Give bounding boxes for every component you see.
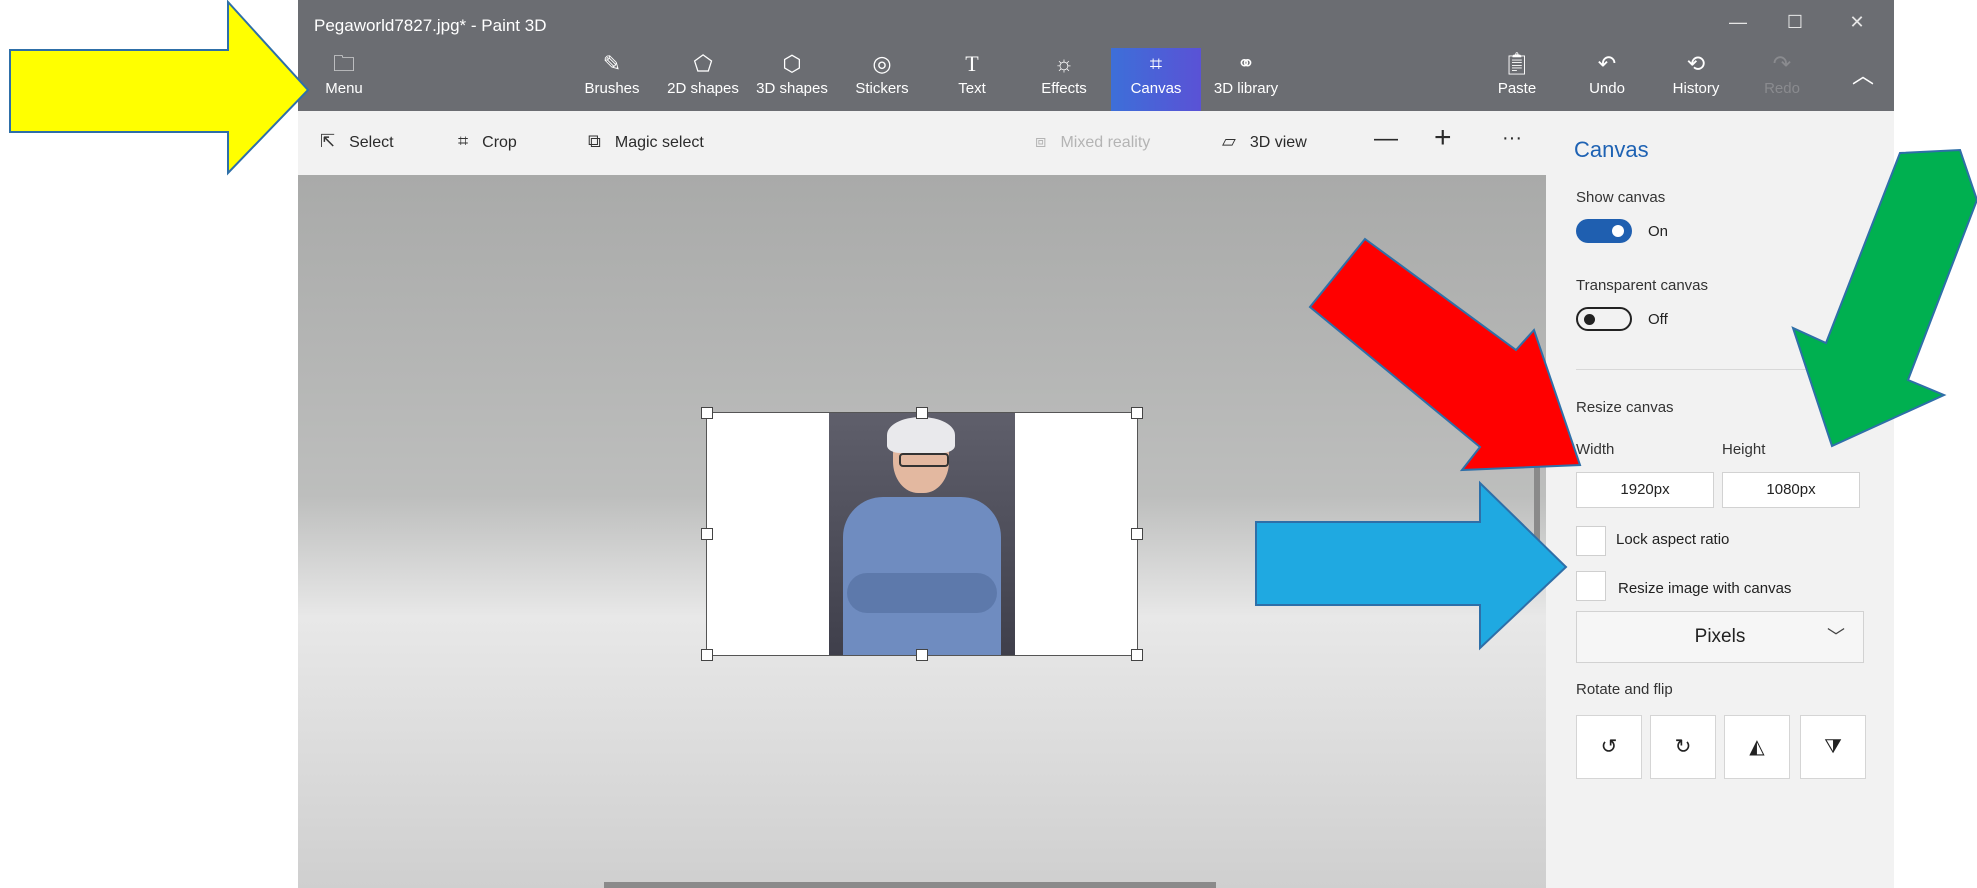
annotation-arrows xyxy=(9,0,1977,651)
yellow-arrow xyxy=(9,0,310,176)
blue-arrow xyxy=(1255,480,1568,651)
red-arrow xyxy=(1308,237,1582,472)
green-arrow xyxy=(1791,148,1977,448)
